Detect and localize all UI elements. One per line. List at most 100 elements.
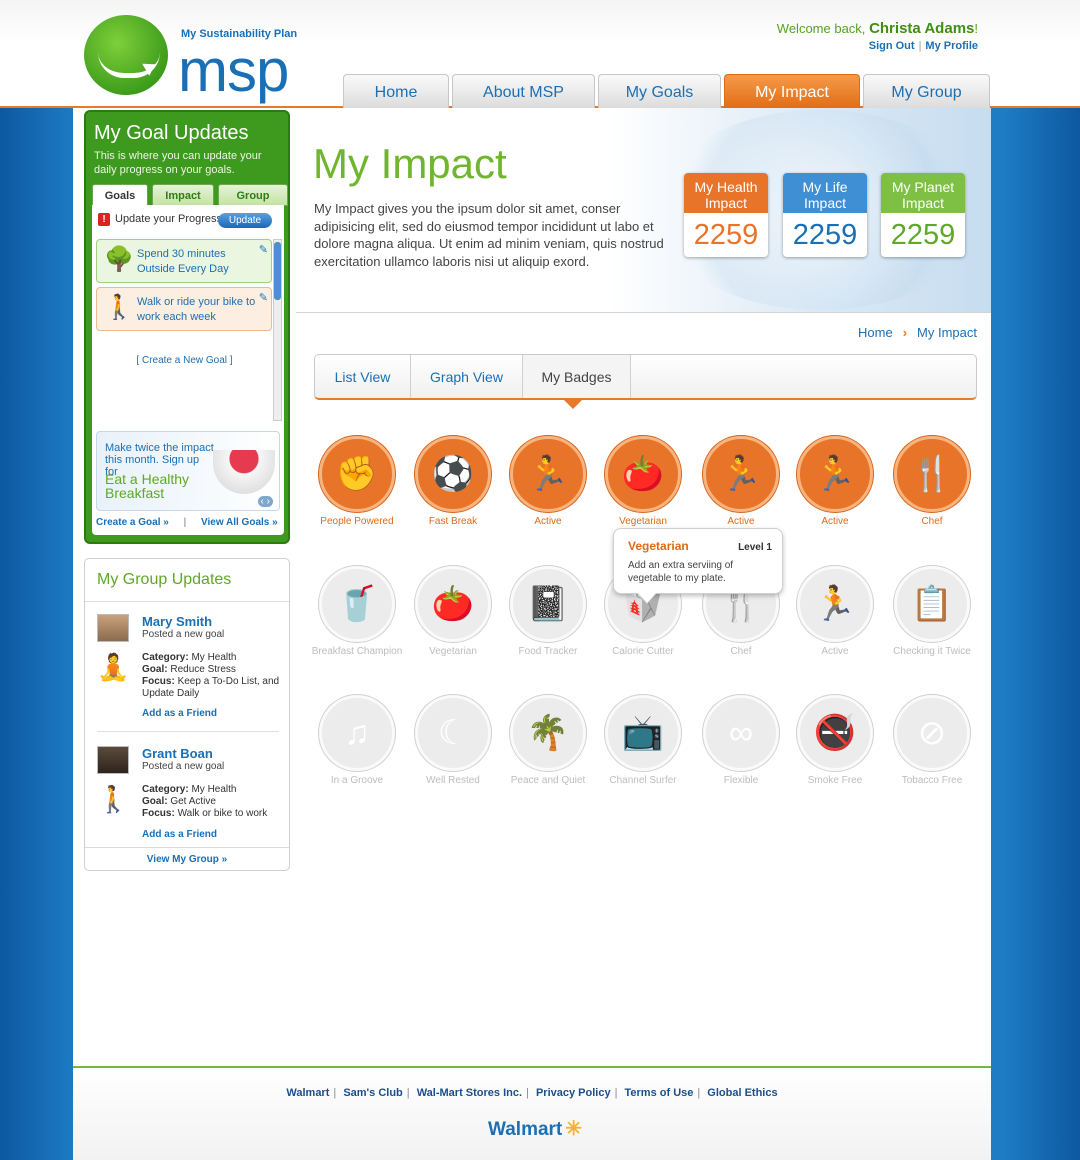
- badge-label: Chef: [921, 516, 943, 527]
- group-member-update: Grant Boan Posted a new goal 🚶 Category:…: [97, 746, 281, 842]
- badge[interactable]: 🏃 Active: [500, 436, 596, 527]
- breadcrumb: Home › My Impact: [858, 325, 977, 340]
- tab-impact[interactable]: Impact: [152, 184, 214, 206]
- member-name[interactable]: Grant Boan: [142, 746, 213, 761]
- breakfast-promo[interactable]: Make twice the impact this month. Sign u…: [96, 431, 280, 511]
- badge[interactable]: 🏃 Active: [787, 436, 883, 527]
- walmart-logo[interactable]: Walmart ✳: [488, 1116, 582, 1141]
- badge[interactable]: 🌴 Peace and Quiet: [500, 695, 596, 786]
- badge-label: Well Rested: [426, 775, 480, 786]
- page-title: My Impact: [313, 140, 507, 187]
- goal-card[interactable]: 🚶 ✎ Walk or ride your bike to work each …: [96, 287, 272, 331]
- badge[interactable]: ⚽ Fast Break: [405, 436, 501, 527]
- badge-label: Tobacco Free: [901, 775, 963, 786]
- link-separator: |: [697, 1087, 701, 1099]
- life-impact-value: 2259: [792, 219, 858, 251]
- goal-panel-title: My Goal Updates: [94, 122, 249, 144]
- view-my-group-link[interactable]: View My Group »: [85, 847, 289, 871]
- moon-icon: ☾: [415, 695, 491, 771]
- badge[interactable]: 🏃 Active: [693, 436, 789, 527]
- footer: Walmart | Sam's Club | Wal-Mart Stores Inc…: [73, 1066, 991, 1160]
- goal-text: Walk or ride your bike to work each week: [137, 296, 256, 323]
- tomato-icon: 🍅: [415, 566, 491, 642]
- notebook-icon: 📓: [510, 566, 586, 642]
- badge[interactable]: 🏃 Active: [787, 566, 883, 657]
- footer-link[interactable]: Terms of Use: [625, 1087, 694, 1099]
- badge[interactable]: ☾ Well Rested: [405, 695, 501, 786]
- promo-arrows-icon[interactable]: ‹ ›: [257, 496, 273, 507]
- update-button[interactable]: Update: [218, 213, 272, 228]
- logo-name[interactable]: msp: [178, 36, 289, 105]
- health-impact-card[interactable]: My Health Impact 2259: [684, 173, 768, 257]
- tab-group[interactable]: Group: [218, 184, 288, 206]
- tab-list-view[interactable]: List View: [315, 355, 411, 398]
- badge[interactable]: 📓 Food Tracker: [500, 566, 596, 657]
- tab-my-badges[interactable]: My Badges: [523, 355, 631, 398]
- link-separator: |: [526, 1087, 529, 1099]
- no-smoking-icon: 🚭: [797, 695, 873, 771]
- badge-label: Vegetarian: [619, 516, 667, 527]
- badge-label: Active: [821, 646, 849, 657]
- badge[interactable]: ∞ Flexible: [693, 695, 789, 786]
- create-new-goal-link[interactable]: [ Create a New Goal ]: [92, 355, 277, 366]
- add-friend-link[interactable]: Add as a Friend: [142, 708, 217, 719]
- avatar[interactable]: [97, 614, 129, 642]
- health-impact-label: My Health Impact: [684, 173, 768, 213]
- footer-link[interactable]: Walmart: [286, 1087, 329, 1099]
- nav-tab-my-goals[interactable]: My Goals: [598, 74, 721, 108]
- goal-text: Spend 30 minutes Outside Every Day: [137, 248, 229, 275]
- update-progress-row: ! Update your Progress: [98, 213, 222, 226]
- nav-tab-about[interactable]: About MSP: [452, 74, 595, 108]
- life-impact-card[interactable]: My Life Impact 2259: [783, 173, 867, 257]
- header: My Sustainability Plan msp Welcome back,…: [0, 0, 1080, 108]
- badge[interactable]: 🍴 Chef: [884, 436, 980, 527]
- badge[interactable]: 🍅 Vegetarian: [595, 436, 691, 527]
- nav-tab-home[interactable]: Home: [343, 74, 449, 108]
- focus-label: Focus:: [142, 676, 175, 687]
- page-intro: My Impact gives you the ipsum dolor sit …: [314, 201, 664, 269]
- footer-link[interactable]: Wal-Mart Stores Inc.: [417, 1087, 522, 1099]
- badge[interactable]: ⊘ Tobacco Free: [884, 695, 980, 786]
- runner-icon: 🏃: [703, 436, 779, 512]
- planet-impact-value: 2259: [890, 219, 956, 251]
- create-goal-link[interactable]: Create a Goal »: [96, 517, 169, 528]
- link-separator: |: [918, 40, 922, 52]
- member-name[interactable]: Mary Smith: [142, 614, 212, 629]
- sign-out-link[interactable]: Sign Out: [869, 40, 915, 52]
- badge-label: Channel Surfer: [609, 775, 677, 786]
- edit-icon[interactable]: ✎: [259, 291, 268, 306]
- badge[interactable]: 📺 Channel Surfer: [595, 695, 691, 786]
- footer-link[interactable]: Privacy Policy: [536, 1087, 611, 1099]
- goal-card[interactable]: 🌳 ✎ Spend 30 minutes Outside Every Day: [96, 239, 272, 283]
- add-friend-link[interactable]: Add as a Friend: [142, 829, 217, 840]
- nav-tab-my-impact[interactable]: My Impact: [724, 74, 860, 108]
- footer-link[interactable]: Global Ethics: [707, 1087, 777, 1099]
- member-goal-details: Category: My Health Goal: Get Active Foc…: [142, 784, 284, 820]
- palm-tree-icon: 🌴: [510, 695, 586, 771]
- badge[interactable]: ✊ People Powered: [309, 436, 405, 527]
- scrollbar-thumb[interactable]: [274, 242, 281, 300]
- badge[interactable]: 📋 Checking it Twice: [884, 566, 980, 657]
- edit-icon[interactable]: ✎: [259, 243, 268, 258]
- runner-icon: 🏃: [797, 566, 873, 642]
- badge[interactable]: 🥤 Breakfast Champion: [309, 566, 405, 657]
- welcome-text: Welcome back,: [776, 21, 866, 36]
- footer-link[interactable]: Sam's Club: [343, 1087, 402, 1099]
- nav-tab-my-group[interactable]: My Group: [863, 74, 990, 108]
- group-updates-panel: My Group Updates Mary Smith Posted a new…: [84, 558, 290, 871]
- chef-hat-icon: 🍴: [894, 436, 970, 512]
- infinity-icon: ∞: [703, 695, 779, 771]
- goal-list-scrollbar[interactable]: [273, 239, 282, 421]
- badge[interactable]: 🚭 Smoke Free: [787, 695, 883, 786]
- planet-impact-label: My Planet Impact: [881, 173, 965, 213]
- badge[interactable]: 🍅 Vegetarian: [405, 566, 501, 657]
- breadcrumb-home[interactable]: Home: [858, 325, 893, 340]
- tab-goals[interactable]: Goals: [92, 184, 148, 206]
- planet-impact-card[interactable]: My Planet Impact 2259: [881, 173, 965, 257]
- avatar[interactable]: [97, 746, 129, 774]
- tab-graph-view[interactable]: Graph View: [411, 355, 523, 398]
- my-profile-link[interactable]: My Profile: [925, 40, 978, 52]
- badge[interactable]: ♫ In a Groove: [309, 695, 405, 786]
- member-action: Posted a new goal: [142, 761, 225, 772]
- view-all-goals-link[interactable]: View All Goals »: [201, 517, 278, 528]
